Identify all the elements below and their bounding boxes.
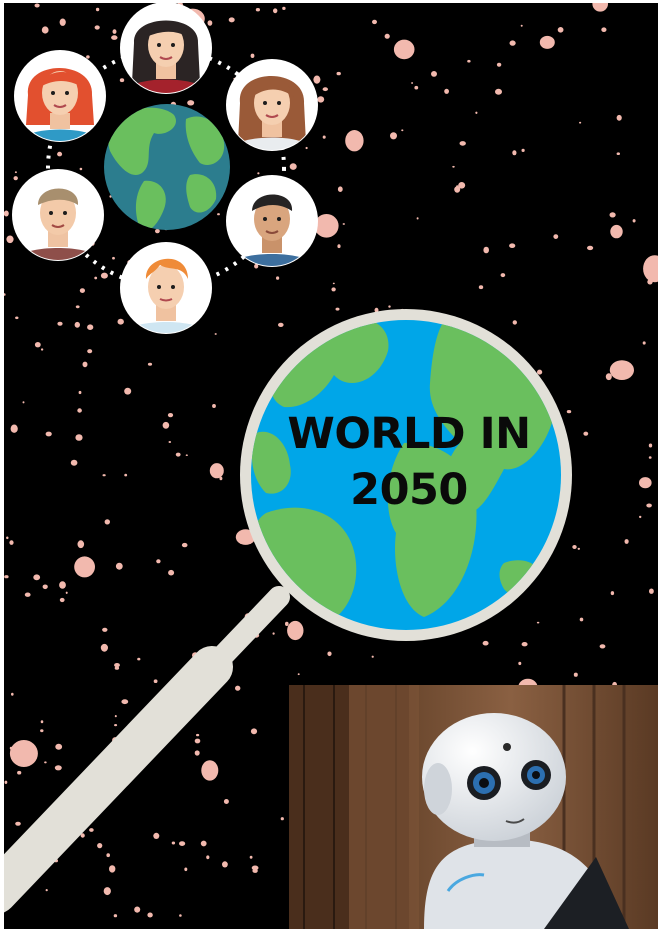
poster-title: WORLD IN 2050 bbox=[240, 406, 578, 518]
title-line-1: WORLD IN bbox=[287, 409, 531, 459]
poster-canvas: WORLD IN 2050 bbox=[4, 3, 658, 929]
title-line-2: 2050 bbox=[350, 465, 468, 515]
